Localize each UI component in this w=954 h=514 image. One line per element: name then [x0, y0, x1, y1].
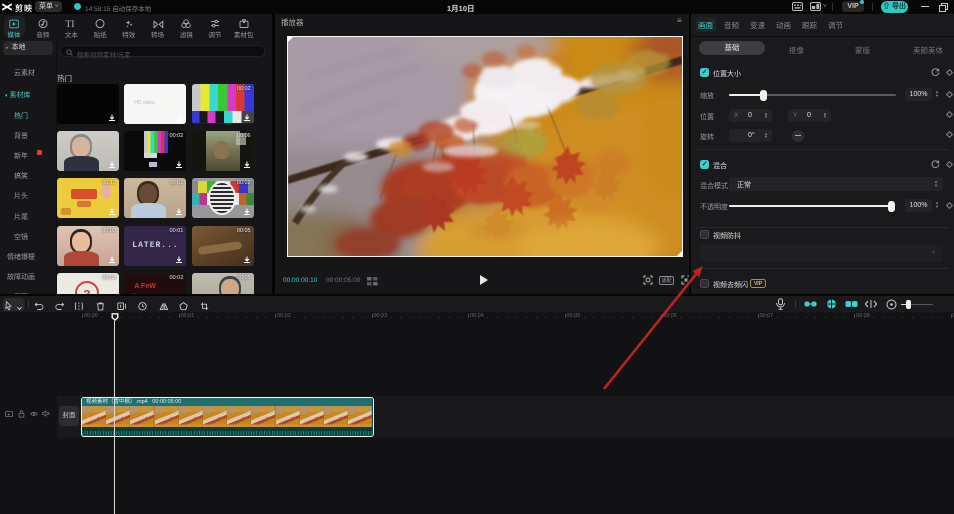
svg-text:TI: TI: [66, 18, 75, 28]
